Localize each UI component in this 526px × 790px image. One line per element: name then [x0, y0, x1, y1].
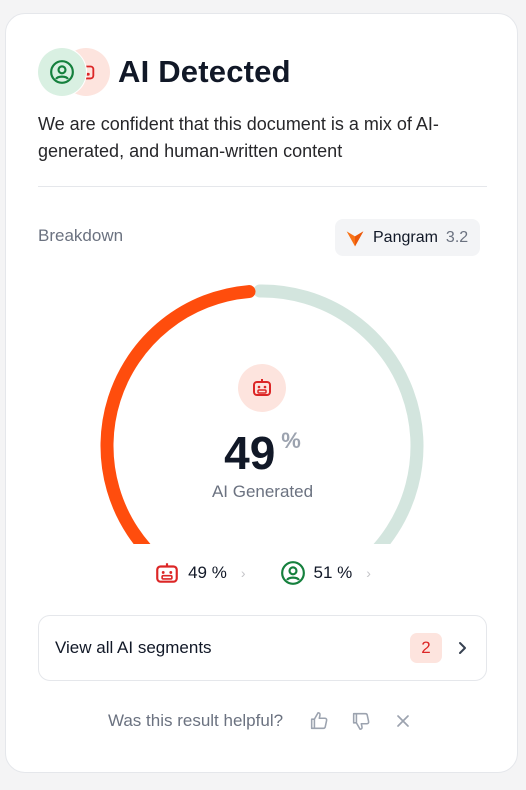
result-card: AI Detected We are confident that this d…: [5, 13, 518, 773]
result-header: AI Detected: [38, 46, 291, 98]
robot-icon: [253, 379, 271, 396]
human-stat-value: 51 %: [313, 563, 353, 582]
view-ai-segments-button[interactable]: View all AI segments 2: [38, 615, 487, 681]
view-ai-segments-label: View all AI segments: [55, 638, 212, 657]
robot-icon: [156, 563, 178, 583]
thumbs-down-icon: [352, 712, 370, 731]
model-name: Pangram: [373, 228, 438, 246]
gauge-ai-arc: [100, 285, 256, 544]
ai-percentage-value: 49: [224, 427, 276, 479]
dismiss-button[interactable]: [389, 707, 417, 735]
result-badges: [38, 46, 118, 98]
chevron-right-icon: ›: [366, 565, 371, 581]
model-chip: Pangram 3.2: [335, 219, 481, 256]
breakdown-label: Breakdown: [38, 226, 124, 245]
ai-gauge: [100, 284, 424, 544]
user-icon: [280, 561, 305, 585]
pangram-logo-icon: [346, 230, 364, 246]
user-icon: [50, 60, 74, 84]
thumbs-down-button[interactable]: [347, 707, 375, 735]
gauge-human-arc: [253, 284, 424, 544]
chevron-right-icon: ›: [240, 565, 246, 581]
human-badge: [38, 48, 86, 96]
ai-stat-value: 49 %: [188, 563, 227, 582]
close-icon: [397, 715, 409, 727]
thumbs-up-button[interactable]: [305, 707, 333, 735]
model-version: 3.2: [445, 228, 469, 246]
chevron-right-icon: [459, 642, 466, 654]
feedback-row: Was this result helpful?: [6, 707, 519, 735]
human-stat[interactable]: 51 % ›: [280, 560, 371, 586]
ai-percentage-sign: %: [281, 428, 301, 453]
feedback-question: Was this result helpful?: [107, 711, 284, 730]
segments-count-badge: 2: [410, 633, 442, 663]
ai-stat[interactable]: 49 % ›: [154, 560, 246, 586]
ai-generated-label: AI Generated: [211, 482, 314, 501]
breakdown-stats: 49 % › 51 % ›: [6, 560, 519, 586]
ai-percentage: 49%: [6, 426, 519, 480]
robot-badge-center: [238, 364, 286, 412]
divider: [38, 186, 487, 187]
result-title: AI Detected: [118, 54, 291, 89]
thumbs-up-icon: [310, 711, 328, 730]
result-description: We are confident that this document is a…: [38, 114, 439, 161]
